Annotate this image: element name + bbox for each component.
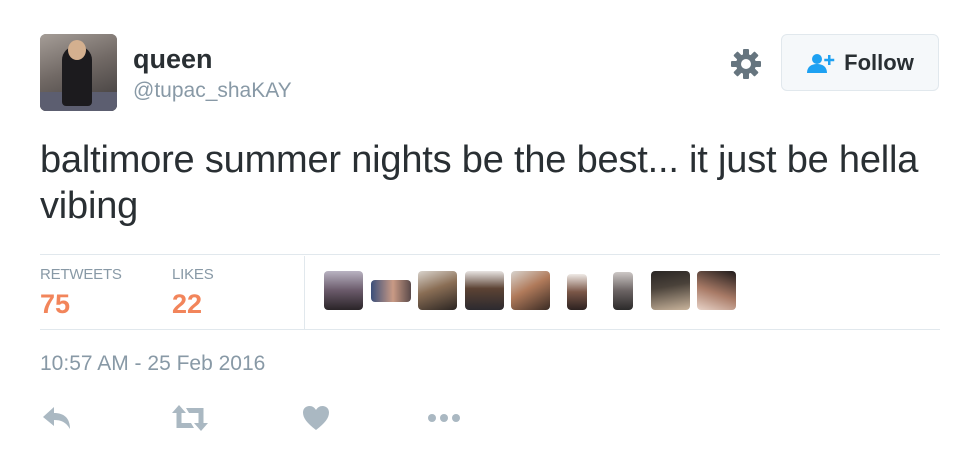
retweets-stat[interactable]: RETWEETS 75 xyxy=(40,266,122,320)
user-display-name[interactable]: queen xyxy=(133,44,213,75)
retweets-label: RETWEETS xyxy=(40,266,122,283)
stats-top-divider xyxy=(40,254,940,255)
user-handle[interactable]: @tupac_shaKAY xyxy=(133,79,292,103)
likes-count: 22 xyxy=(172,289,203,319)
liker-avatar-8[interactable] xyxy=(651,271,690,310)
liker-avatar-2[interactable] xyxy=(371,280,411,302)
retweets-count: 75 xyxy=(40,289,71,319)
likes-label: LIKES xyxy=(172,266,214,283)
stats-bottom-divider xyxy=(40,329,940,330)
liker-avatar-9[interactable] xyxy=(697,271,736,310)
liker-avatar-4[interactable] xyxy=(465,271,504,310)
like-icon[interactable] xyxy=(302,403,330,433)
reply-icon[interactable] xyxy=(40,403,74,433)
stats-vertical-divider xyxy=(304,256,305,329)
follow-label: Follow xyxy=(844,49,914,75)
liker-avatar-7[interactable] xyxy=(613,272,633,310)
tweet-text: baltimore summer nights be the best... i… xyxy=(40,139,919,227)
liker-avatar-6[interactable] xyxy=(567,274,587,310)
retweet-icon[interactable] xyxy=(171,403,209,433)
follow-button[interactable]: Follow xyxy=(781,34,939,91)
liker-avatar-1[interactable] xyxy=(324,271,363,310)
more-icon[interactable] xyxy=(427,403,461,433)
liker-avatar-3[interactable] xyxy=(418,271,457,310)
tweet-timestamp[interactable]: 10:57 AM - 25 Feb 2016 xyxy=(40,352,265,376)
user-avatar[interactable] xyxy=(40,34,117,111)
gear-icon[interactable] xyxy=(729,47,763,81)
liker-avatar-5[interactable] xyxy=(511,271,550,310)
add-user-icon xyxy=(807,53,835,73)
likes-stat[interactable]: LIKES 22 xyxy=(172,266,214,320)
